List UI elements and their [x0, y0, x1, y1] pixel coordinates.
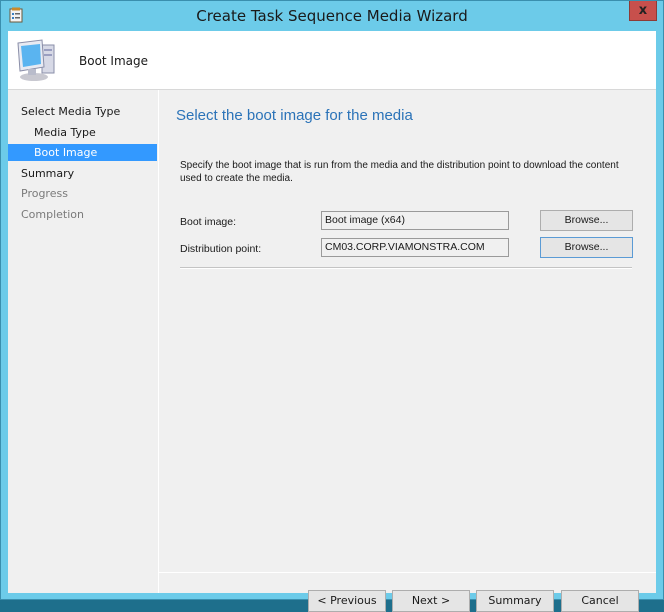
sidebar-item-progress: Progress: [21, 187, 68, 200]
wizard-window: Create Task Sequence Media Wizard x Boot…: [0, 0, 664, 612]
wizard-client-area: Boot Image Select Media Type Media Type …: [8, 31, 656, 612]
window-title: Create Task Sequence Media Wizard: [196, 7, 468, 25]
wizard-page: Select the boot image for the media Spec…: [159, 90, 656, 612]
wizard-steps-sidebar: Select Media Type Media Type Boot Image …: [8, 90, 159, 593]
footer-divider: [159, 572, 656, 573]
summary-button[interactable]: Summary: [476, 590, 554, 612]
cancel-button[interactable]: Cancel: [561, 590, 639, 612]
browse-boot-image-button[interactable]: Browse...: [540, 210, 633, 231]
section-divider: [180, 267, 632, 269]
sidebar-item-media-type[interactable]: Media Type: [8, 124, 157, 141]
sidebar-item-completion: Completion: [21, 208, 85, 221]
close-button[interactable]: x: [629, 1, 657, 21]
next-button[interactable]: Next >: [392, 590, 470, 612]
distribution-point-label: Distribution point:: [180, 243, 262, 255]
page-title: Select the boot image for the media: [176, 107, 413, 124]
sidebar-item-boot-image[interactable]: Boot Image: [8, 144, 157, 161]
browse-distribution-point-button[interactable]: Browse...: [540, 237, 633, 258]
page-description: Specify the boot image that is run from …: [180, 160, 619, 184]
wizard-header: Boot Image: [8, 31, 656, 90]
title-bar[interactable]: Create Task Sequence Media Wizard x: [1, 1, 663, 31]
previous-button[interactable]: < Previous: [308, 590, 386, 612]
header-title: Boot Image: [79, 54, 149, 68]
computer-icon: [17, 39, 55, 81]
sidebar-item-summary[interactable]: Summary: [8, 165, 157, 182]
sidebar-item-select-media-type[interactable]: Select Media Type: [8, 103, 157, 120]
distribution-point-field[interactable]: CM03.CORP.VIAMONSTRA.COM: [321, 238, 509, 257]
boot-image-field[interactable]: Boot image (x64): [321, 211, 509, 230]
boot-image-label: Boot image:: [180, 216, 237, 228]
